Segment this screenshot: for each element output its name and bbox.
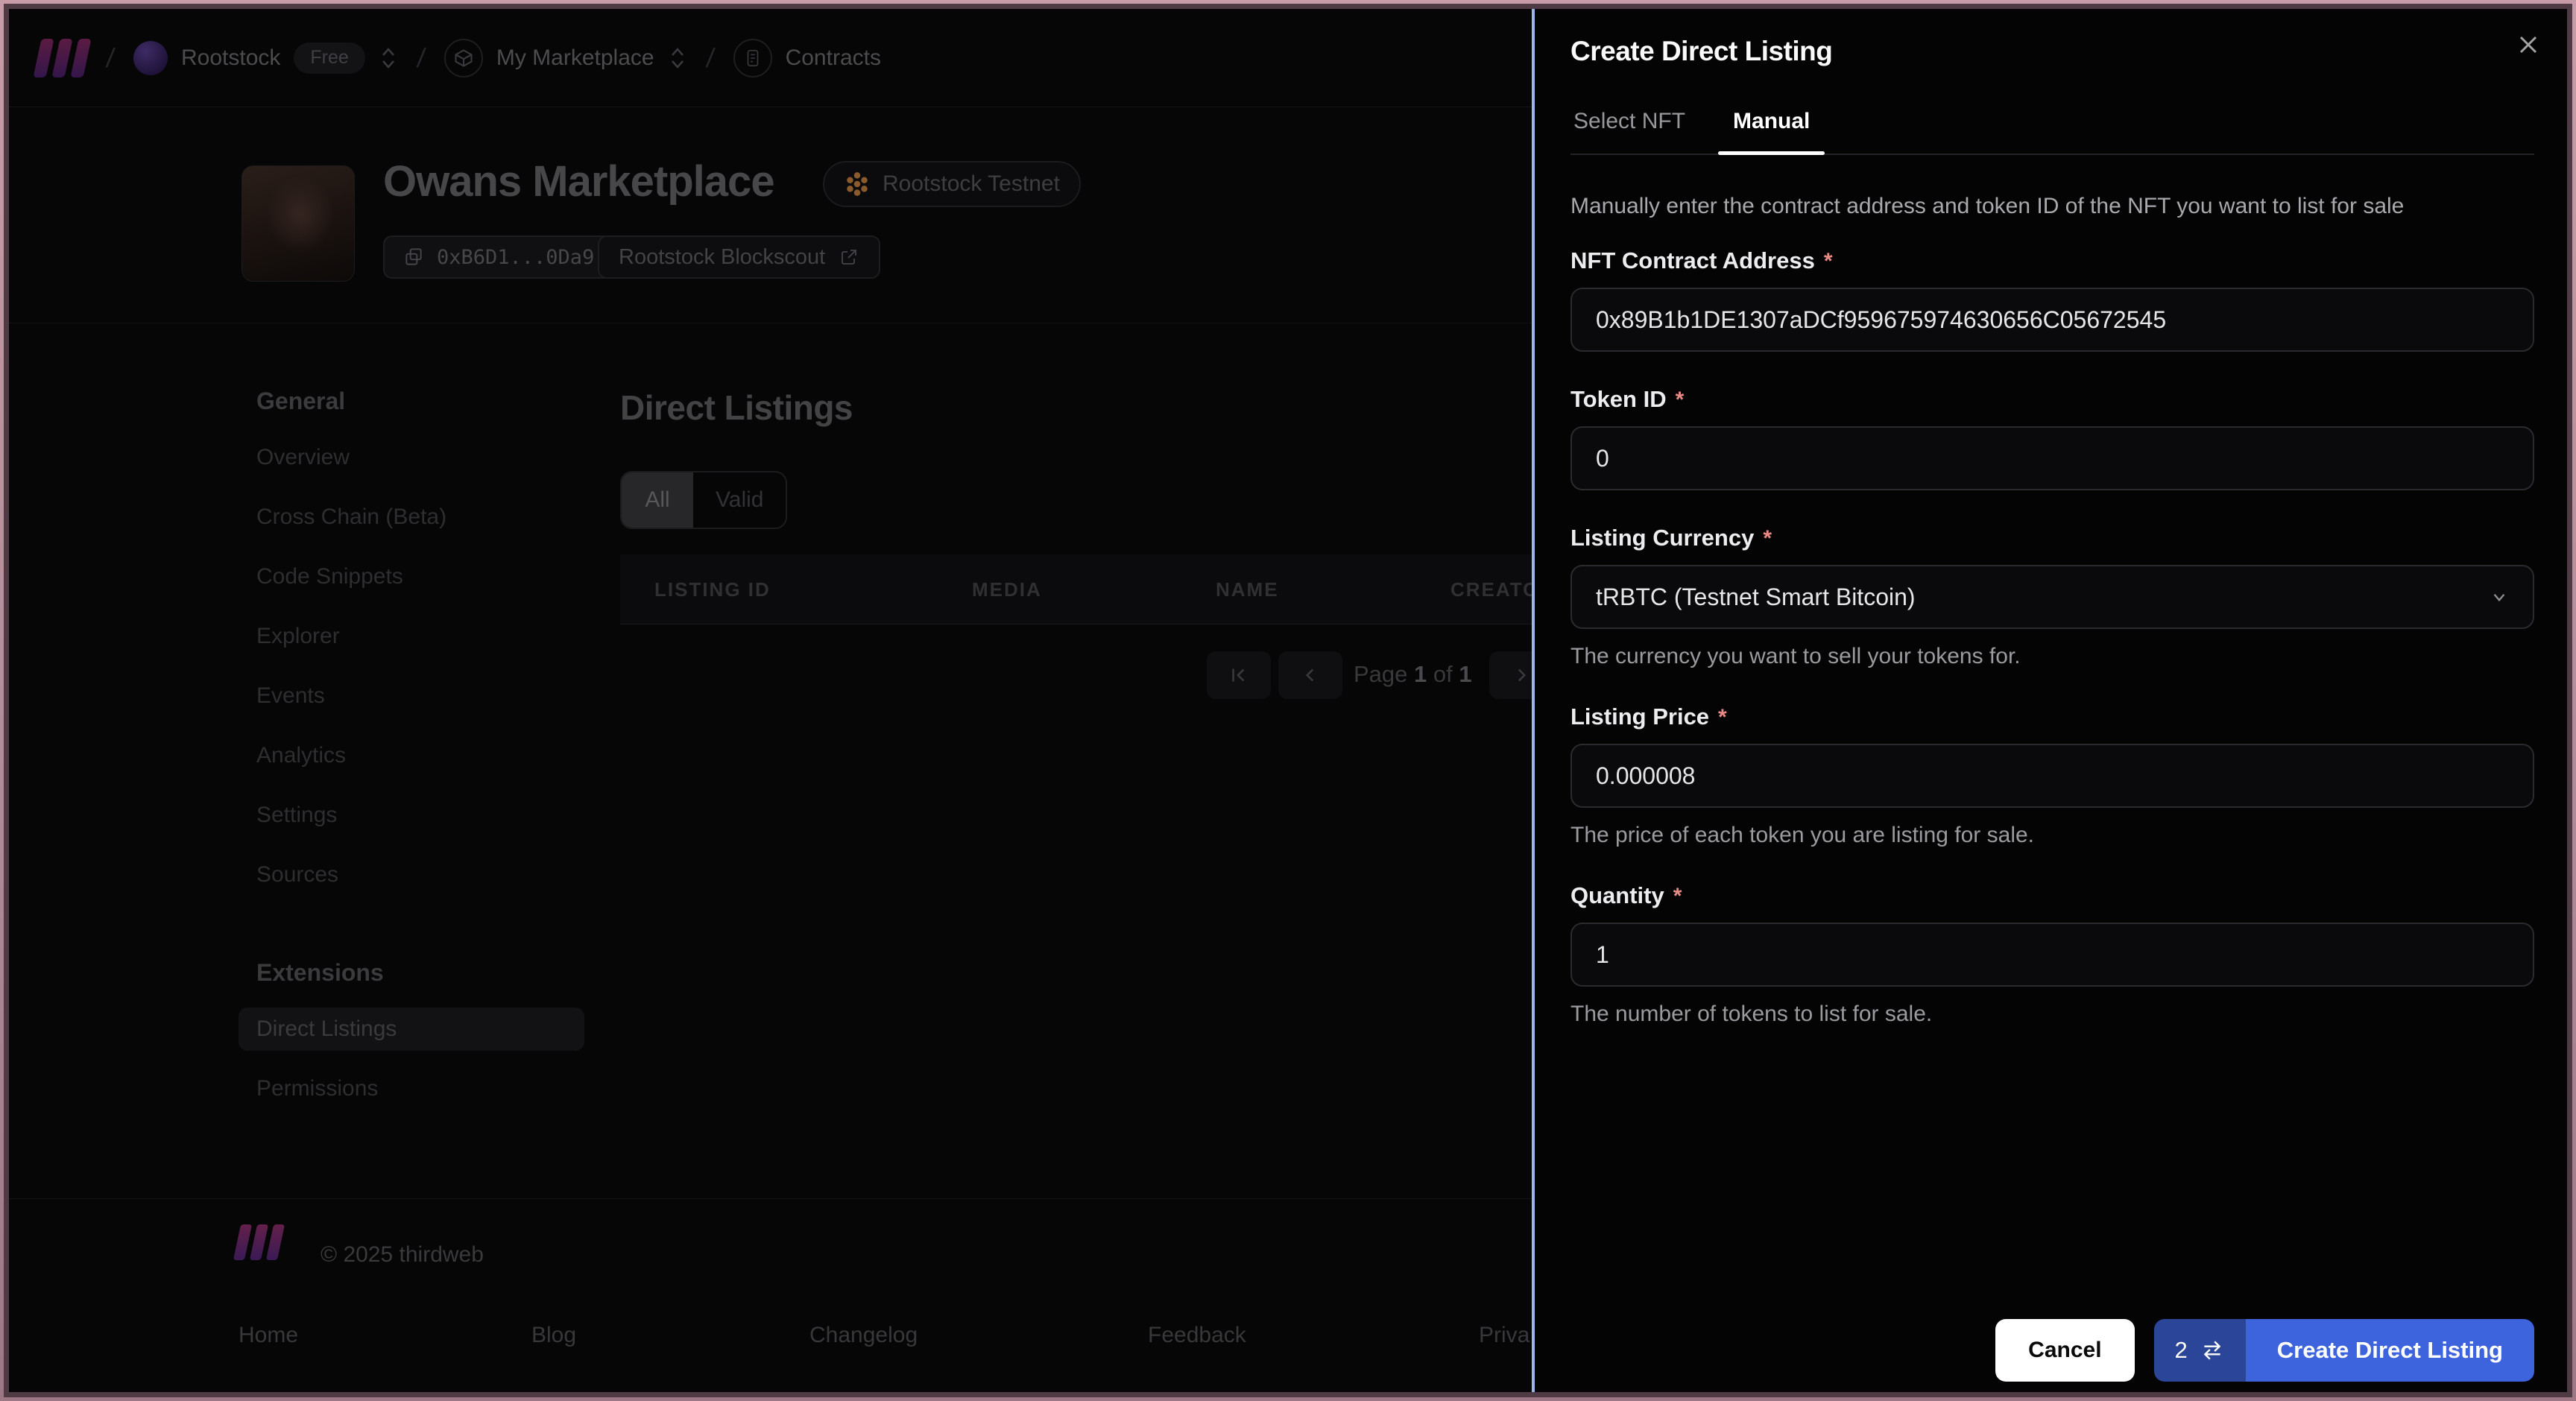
field-token-id: Token ID * — [1570, 386, 2534, 490]
currency-select-value: tRBTC (Testnet Smart Bitcoin) — [1596, 583, 1916, 610]
currency-helper-text: The currency you want to sell your token… — [1570, 644, 2021, 668]
cancel-button[interactable]: Cancel — [1995, 1319, 2135, 1382]
app-window: / Rootstock Free / My Marketplace / Cont… — [9, 9, 2567, 1392]
required-marker: * — [1718, 705, 1727, 730]
listing-price-label: Listing Price * — [1570, 703, 1727, 730]
dashboard-page: / Rootstock Free / My Marketplace / Cont… — [9, 9, 1553, 1392]
drawer-backdrop[interactable] — [9, 9, 1532, 1392]
tab-select-nft[interactable]: Select NFT — [1570, 109, 1688, 154]
listing-currency-label: Listing Currency * — [1570, 525, 1772, 551]
currency-select[interactable]: tRBTC (Testnet Smart Bitcoin) — [1570, 565, 2534, 629]
close-icon[interactable] — [2510, 27, 2546, 63]
drawer-tabs: Select NFT Manual — [1570, 109, 2534, 155]
submit-button-label: Create Direct Listing — [2245, 1319, 2534, 1382]
field-listing-currency: Listing Currency * tRBTC (Testnet Smart B… — [1570, 525, 2534, 669]
quantity-input[interactable] — [1570, 923, 2534, 987]
create-direct-listing-button[interactable]: 2 Create Direct Listing — [2153, 1319, 2534, 1382]
required-marker: * — [1823, 249, 1833, 273]
quantity-helper-text: The number of tokens to list for sale. — [1570, 1002, 1933, 1026]
field-quantity: Quantity* The number of tokens to list f… — [1570, 882, 2534, 1027]
token-id-input[interactable] — [1570, 426, 2534, 490]
drawer-description: Manually enter the contract address and … — [1570, 194, 2405, 218]
quantity-label: Quantity * — [1570, 882, 1682, 908]
drawer-footer: Cancel 2 Create Direct Listing — [1995, 1319, 2534, 1382]
field-contract-address: NFT Contract Address * — [1570, 247, 2534, 352]
required-marker: * — [1673, 884, 1682, 908]
listing-price-input[interactable] — [1570, 744, 2534, 808]
required-marker: * — [1675, 388, 1685, 412]
contract-address-label: NFT Contract Address * — [1570, 247, 1833, 273]
create-direct-listing-drawer: Create Direct Listing Select NFT Manual … — [1532, 9, 2567, 1392]
chevron-down-icon — [2493, 594, 2505, 602]
field-listing-price: Listing Price* The price of each token y… — [1570, 703, 2534, 848]
contract-address-input[interactable] — [1570, 288, 2534, 352]
token-id-label: Token ID * — [1570, 386, 1685, 412]
transaction-count-badge: 2 — [2153, 1319, 2246, 1382]
required-marker: * — [1763, 526, 1772, 551]
screenshot-frame: / Rootstock Free / My Marketplace / Cont… — [0, 0, 2576, 1401]
swap-arrows-icon — [2203, 1341, 2221, 1360]
drawer-title: Create Direct Listing — [1570, 36, 1833, 66]
screenshot-frame-inner: / Rootstock Free / My Marketplace / Cont… — [4, 4, 2572, 1397]
price-helper-text: The price of each token you are listing … — [1570, 823, 2035, 847]
tab-manual[interactable]: Manual — [1717, 109, 1825, 155]
